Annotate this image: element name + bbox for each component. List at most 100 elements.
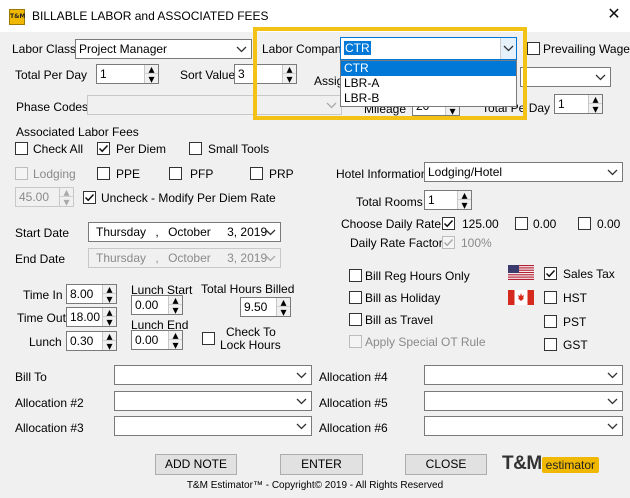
us-flag-icon	[508, 265, 534, 280]
total-per-day-2-value: 1	[558, 97, 565, 111]
chevron-down-icon	[296, 417, 308, 435]
time-out-value: 18.00	[70, 310, 101, 324]
lodging-checkbox[interactable]	[15, 167, 28, 180]
rate-2-checkbox[interactable]	[515, 217, 528, 230]
end-date-day: 3, 2019	[227, 251, 268, 265]
rate-3-checkbox[interactable]	[578, 217, 591, 230]
lunch-start-input[interactable]: 0.00 ▴ ▾	[131, 295, 183, 315]
logo-tm-text: T&M	[502, 453, 542, 474]
sales-tax-label: Sales Tax	[563, 267, 615, 281]
total-rooms-spinner[interactable]: ▴ ▾	[457, 191, 471, 209]
close-icon[interactable]: ✕	[602, 4, 626, 26]
lunch-input[interactable]: 0.30 ▴ ▾	[66, 331, 117, 351]
start-date-day: 3, 2019	[227, 225, 268, 239]
app-icon: T&M	[9, 9, 25, 25]
per-diem-label: Per Diem	[116, 142, 167, 156]
total-rooms-value: 1	[428, 193, 435, 207]
total-per-day-2-input[interactable]: 1 ▴ ▾	[554, 94, 603, 114]
end-date-sep: ,	[155, 251, 159, 265]
end-date-picker[interactable]: Thursday , October 3, 2019	[88, 248, 281, 268]
chevron-down-icon	[607, 392, 619, 410]
apply-ot-checkbox[interactable]	[349, 335, 362, 348]
time-out-input[interactable]: 18.00 ▴ ▾	[66, 307, 117, 327]
gst-checkbox[interactable]	[544, 338, 557, 351]
bill-travel-checkbox[interactable]	[349, 313, 362, 326]
total-hours-spinner[interactable]: ▴ ▾	[276, 298, 290, 316]
ppe-checkbox[interactable]	[97, 167, 110, 180]
rate-1-value: 125.00	[462, 217, 499, 231]
hotel-info-combo[interactable]: Lodging/Hotel	[424, 162, 623, 182]
lunch-label: Lunch	[29, 335, 62, 349]
per-diem-rate-spinner[interactable]: ▴ ▾	[59, 188, 73, 206]
checkmark-icon	[545, 269, 556, 278]
close-button[interactable]: CLOSE	[405, 454, 487, 475]
bill-reg-label: Bill Reg Hours Only	[365, 269, 470, 283]
allocation-2-combo[interactable]	[114, 391, 312, 411]
small-tools-label: Small Tools	[208, 142, 270, 156]
sales-tax-checkbox[interactable]	[544, 267, 557, 280]
chevron-down-icon	[607, 163, 619, 181]
lunch-end-spinner[interactable]: ▴ ▾	[168, 331, 182, 349]
small-tools-checkbox[interactable]	[189, 142, 202, 155]
per-diem-rate-value: 45.00	[19, 190, 50, 204]
time-in-spinner[interactable]: ▴ ▾	[102, 285, 116, 303]
start-date-picker[interactable]: Thursday , October 3, 2019	[88, 222, 281, 242]
labor-class-value: Project Manager	[79, 42, 168, 56]
allocation-5-label: Allocation #5	[319, 396, 388, 410]
prp-checkbox[interactable]	[250, 167, 263, 180]
labor-class-combo[interactable]: Project Manager	[75, 39, 252, 59]
lock-hours-checkbox[interactable]	[202, 332, 215, 345]
total-per-day-value: 1	[100, 67, 107, 81]
check-all-checkbox[interactable]	[15, 142, 28, 155]
allocation-6-combo[interactable]	[424, 416, 623, 436]
allocation-3-combo[interactable]	[114, 416, 312, 436]
total-hours-input[interactable]: 9.50 ▴ ▾	[240, 297, 291, 317]
rate-1-checkbox[interactable]	[442, 217, 455, 230]
uncheck-modify-checkbox[interactable]	[83, 191, 96, 204]
hotel-info-label: Hotel Information	[336, 167, 428, 181]
enter-button[interactable]: ENTER	[280, 454, 363, 475]
lunch-spinner[interactable]: ▴ ▾	[102, 332, 116, 350]
bill-holiday-label: Bill as Holiday	[365, 291, 441, 305]
per-diem-checkbox[interactable]	[97, 142, 110, 155]
pst-checkbox[interactable]	[544, 315, 557, 328]
bill-holiday-checkbox[interactable]	[349, 291, 362, 304]
per-diem-rate-input[interactable]: 45.00 ▴ ▾	[15, 187, 74, 207]
total-per-day-2-spinner[interactable]: ▴ ▾	[588, 95, 602, 113]
time-in-input[interactable]: 8.00 ▴ ▾	[66, 284, 117, 304]
add-note-button[interactable]: ADD NOTE	[155, 454, 237, 475]
start-date-weekday: Thursday	[96, 225, 147, 239]
allocation-5-combo[interactable]	[424, 391, 623, 411]
total-hours-value: 9.50	[244, 300, 268, 314]
total-rooms-input[interactable]: 1 ▴ ▾	[424, 190, 472, 210]
window-title: BILLABLE LABOR and ASSOCIATED FEES	[32, 9, 269, 23]
hst-checkbox[interactable]	[544, 291, 557, 304]
time-out-spinner[interactable]: ▴ ▾	[102, 308, 116, 326]
end-date-weekday: Thursday	[96, 251, 147, 265]
assign-combo[interactable]	[520, 67, 611, 87]
daily-rate-factor-value: 100%	[461, 236, 492, 250]
logo-estimator-text: estimator	[541, 457, 600, 473]
start-date-label: Start Date	[15, 226, 70, 240]
total-hours-label: Total Hours Billed	[201, 282, 295, 296]
chevron-down-icon	[265, 223, 277, 241]
allocation-4-combo[interactable]	[424, 365, 623, 385]
rate-3-value: 0.00	[597, 217, 621, 231]
chevron-down-icon	[595, 68, 607, 86]
pfp-checkbox[interactable]	[169, 167, 182, 180]
lunch-start-spinner[interactable]: ▴ ▾	[168, 296, 182, 314]
lodging-label: Lodging	[33, 167, 76, 181]
labor-class-label: Labor Class	[12, 42, 77, 56]
daily-rate-factor-checkbox[interactable]	[442, 236, 455, 249]
bill-reg-checkbox[interactable]	[349, 269, 362, 282]
bill-to-combo[interactable]	[114, 365, 312, 385]
total-per-day-input[interactable]: 1 ▴ ▾	[96, 64, 159, 84]
total-per-day-2-label-tail: Day	[528, 101, 551, 115]
lunch-value: 0.30	[70, 334, 94, 348]
prevailing-wage-checkbox[interactable]	[527, 42, 540, 55]
lunch-end-input[interactable]: 0.00 ▴ ▾	[131, 330, 183, 350]
total-per-day-spinner[interactable]: ▴ ▾	[144, 65, 158, 83]
choose-daily-rate-label: Choose Daily Rate	[341, 217, 442, 231]
checkmark-icon	[443, 238, 454, 247]
daily-rate-factor-label: Daily Rate Factor	[350, 236, 443, 250]
